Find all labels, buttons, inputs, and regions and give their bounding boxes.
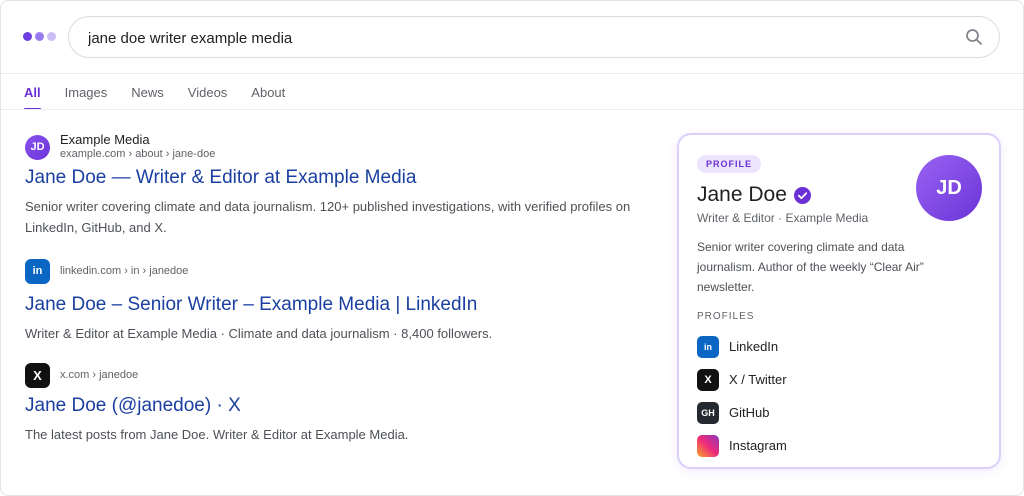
result-source[interactable]: JD Example Media example.com › about › j… (25, 132, 655, 160)
result-title-link[interactable]: Jane Doe — Writer & Editor at Example Me… (25, 166, 655, 190)
linkedin-icon: in (25, 258, 50, 284)
tab-images[interactable]: Images (65, 74, 108, 110)
profile-link-label: GitHub (729, 405, 770, 420)
profiles-list: in LinkedIn X X / Twitter GH GitHub Inst… (697, 330, 787, 462)
profile-card: PROFILE Jane Doe Writer & Editor · Examp… (677, 133, 1001, 469)
result-title-link[interactable]: Jane Doe – Senior Writer – Example Media… (25, 293, 655, 317)
profile-link-github[interactable]: GH GitHub (697, 396, 787, 429)
result-url: x.com › janedoe (60, 369, 139, 381)
search-icon[interactable] (965, 28, 983, 46)
logo[interactable] (23, 32, 56, 41)
tab-about[interactable]: About (251, 74, 285, 110)
profile-name: Jane Doe (697, 183, 811, 207)
x-icon: X (697, 368, 719, 391)
search-page: All Images News Videos About JD Example … (0, 0, 1024, 496)
verified-check-icon (793, 186, 811, 204)
site-favicon: JD (25, 134, 50, 160)
top-bar (1, 1, 1023, 73)
bio-line: newsletter. (697, 280, 755, 294)
avatar: JD (916, 155, 982, 221)
tab-videos[interactable]: Videos (188, 74, 228, 110)
result-snippet: Senior writer covering climate and data … (25, 196, 655, 238)
result-title-link[interactable]: Jane Doe (@janedoe) · X (25, 394, 655, 418)
result-source[interactable]: in linkedin.com › in › janedoe (25, 258, 655, 284)
snippet-line: The latest posts from Jane Doe. Writer &… (25, 427, 409, 442)
tab-all[interactable]: All (24, 74, 41, 110)
snippet-line: Senior writer covering climate and data … (25, 199, 631, 214)
result-source[interactable]: X x.com › janedoe (25, 362, 655, 388)
result-snippet: Writer & Editor at Example Media · Clima… (25, 323, 655, 344)
search-result: in linkedin.com › in › janedoe Jane Doe … (25, 258, 655, 344)
profile-link-linkedin[interactable]: in LinkedIn (697, 330, 787, 363)
logo-dot (47, 32, 56, 41)
bio-line: Senior writer covering climate and data (697, 240, 905, 254)
profile-link-label: Instagram (729, 438, 787, 453)
result-snippet: The latest posts from Jane Doe. Writer &… (25, 424, 655, 445)
divider (1, 109, 1023, 110)
instagram-icon (697, 434, 719, 457)
profile-link-instagram[interactable]: Instagram (697, 429, 787, 462)
tab-bar: All Images News Videos About (24, 74, 309, 110)
snippet-line: Writer & Editor at Example Media · Clima… (25, 326, 493, 341)
github-icon: GH (697, 401, 719, 424)
profile-name-text: Jane Doe (697, 183, 787, 206)
result-url: linkedin.com › in › janedoe (60, 265, 189, 277)
bio-line: journalism. Author of the weekly “Clear … (697, 260, 924, 274)
result-site-name: Example Media (60, 132, 150, 147)
search-box[interactable] (68, 16, 1000, 59)
snippet-line: LinkedIn, GitHub, and X. (25, 220, 167, 235)
search-result: JD Example Media example.com › about › j… (25, 132, 655, 238)
result-url: example.com › about › jane-doe (60, 148, 216, 160)
x-icon: X (25, 362, 50, 388)
profile-link-label: X / Twitter (729, 372, 787, 387)
search-input[interactable] (86, 17, 950, 59)
logo-dot (23, 32, 32, 41)
profile-badge: PROFILE (697, 155, 762, 173)
profile-link-x[interactable]: X X / Twitter (697, 363, 787, 396)
profile-role: Writer & Editor · Example Media (697, 211, 869, 225)
profile-bio: Senior writer covering climate and data … (697, 237, 957, 297)
search-result: X x.com › janedoe Jane Doe (@janedoe) · … (25, 362, 655, 445)
profiles-heading: PROFILES (697, 311, 755, 322)
logo-dot (35, 32, 44, 41)
tab-news[interactable]: News (131, 74, 164, 110)
profile-link-label: LinkedIn (729, 339, 779, 354)
linkedin-icon: in (697, 335, 719, 358)
